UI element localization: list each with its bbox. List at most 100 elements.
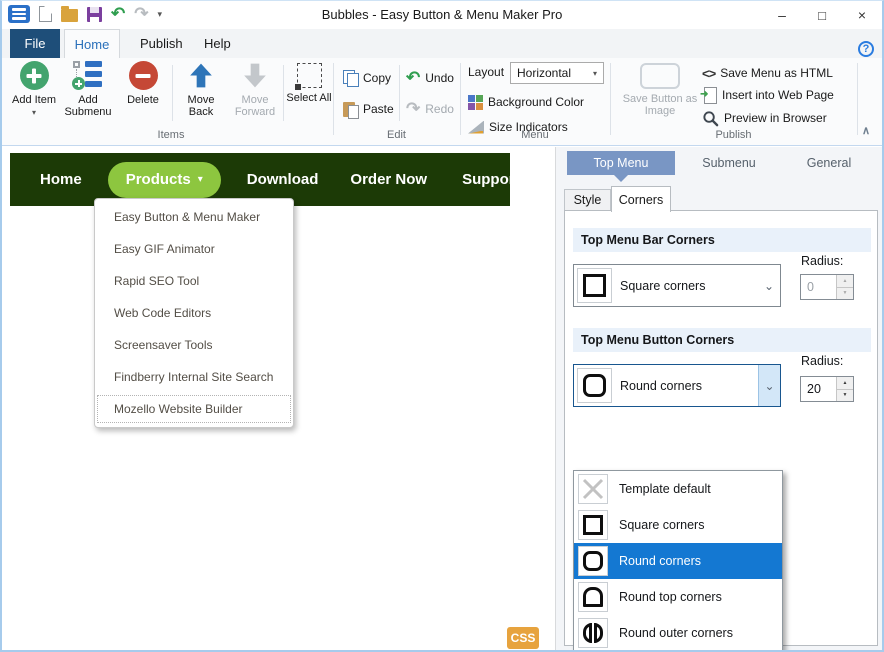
background-color-label: Background Color: [488, 95, 584, 109]
bar-radius-label: Radius:: [801, 254, 843, 268]
button-corners-header: Top Menu Button Corners: [573, 328, 871, 352]
corner-option-square[interactable]: Square corners: [574, 507, 782, 543]
preview-item-order-now[interactable]: Order Now: [350, 171, 427, 188]
square-corners-icon: [577, 268, 612, 303]
corner-option-round-top[interactable]: Round top corners: [574, 579, 782, 615]
subtab-corners[interactable]: Corners: [611, 186, 671, 212]
round-outer-corners-icon: [578, 618, 608, 648]
close-button[interactable]: ×: [842, 1, 882, 29]
tab-file[interactable]: File: [10, 29, 60, 58]
tab-publish[interactable]: Publish: [126, 29, 197, 58]
corner-option-template-default[interactable]: Template default: [574, 471, 782, 507]
redo-arrow-icon: ↷: [406, 101, 420, 117]
tab-general[interactable]: General: [783, 151, 875, 175]
corner-option-round-outer[interactable]: Round outer corners: [574, 615, 782, 651]
dropdown-item[interactable]: Findberry Internal Site Search: [95, 361, 293, 393]
maximize-button[interactable]: □: [802, 1, 842, 29]
insert-into-web-page-label: Insert into Web Page: [722, 88, 834, 102]
help-icon[interactable]: ?: [858, 41, 874, 57]
bar-radius-spinner: 0 ▲ ▼: [800, 274, 854, 300]
preview-in-browser-button[interactable]: Preview in Browser: [702, 108, 827, 128]
delete-button[interactable]: Delete: [118, 61, 168, 127]
copy-button[interactable]: Copy: [343, 68, 391, 88]
select-all-button[interactable]: Select All: [286, 61, 332, 127]
settings-panel: Top Menu Submenu General Style Corners T…: [556, 147, 882, 651]
chevron-down-icon[interactable]: ⌄: [758, 365, 780, 406]
new-file-icon[interactable]: [39, 6, 52, 22]
button-radius-value: 20: [801, 377, 836, 401]
insert-into-web-page-button[interactable]: Insert into Web Page: [702, 85, 834, 105]
button-corners-value: Round corners: [612, 379, 758, 393]
open-folder-icon[interactable]: [61, 9, 78, 22]
spin-up-icon[interactable]: ▲: [837, 377, 853, 390]
move-back-button[interactable]: Move Back: [176, 61, 226, 127]
save-button-as-image-label: Save Button as Image: [622, 93, 698, 117]
magnifier-icon: [702, 110, 719, 127]
undo-label: Undo: [425, 71, 454, 85]
dropdown-item[interactable]: Screensaver Tools: [95, 329, 293, 361]
round-corners-icon: [577, 368, 612, 403]
button-corners-select[interactable]: Round corners ⌄: [573, 364, 781, 407]
add-item-icon: [20, 61, 49, 90]
bar-corners-header: Top Menu Bar Corners: [573, 228, 871, 252]
preview-item-support[interactable]: Support: [462, 171, 520, 188]
save-button-as-image-button: Save Button as Image: [622, 63, 698, 129]
paste-button[interactable]: Paste: [343, 99, 394, 119]
tab-submenu[interactable]: Submenu: [675, 151, 783, 175]
corners-tab-content: Top Menu Bar Corners Square corners ⌄ Ra…: [564, 210, 878, 646]
dropdown-item[interactable]: Easy Button & Menu Maker: [95, 201, 293, 233]
window-controls: – □ ×: [762, 1, 882, 29]
dropdown-item[interactable]: Rapid SEO Tool: [95, 265, 293, 297]
move-forward-button: Move Forward: [228, 61, 282, 127]
app-menu-icon[interactable]: [8, 5, 30, 23]
preview-item-home[interactable]: Home: [40, 171, 82, 188]
background-color-button[interactable]: Background Color: [468, 92, 584, 112]
collapse-ribbon-icon[interactable]: ∧: [862, 124, 870, 137]
corner-options-dropdown: Template default Square corners Round co…: [573, 470, 783, 652]
customize-toolbar-caret-icon[interactable]: ▾: [158, 9, 163, 20]
minimize-button[interactable]: –: [762, 1, 802, 29]
items-group-label: Items: [10, 129, 332, 141]
delete-label: Delete: [118, 94, 168, 106]
app-window: ↶ ↷ ▾ Bubbles - Easy Button & Menu Maker…: [0, 0, 884, 652]
preview-in-browser-label: Preview in Browser: [724, 111, 827, 125]
dropdown-item[interactable]: Web Code Editors: [95, 297, 293, 329]
publish-group-label: Publish: [610, 129, 857, 141]
preview-item-products[interactable]: Products ▾: [108, 162, 221, 198]
select-all-icon: [297, 63, 322, 88]
preview-item-download[interactable]: Download: [247, 171, 319, 188]
bar-radius-value: 0: [801, 275, 836, 299]
subtab-style[interactable]: Style: [564, 189, 611, 211]
add-submenu-button[interactable]: Add Submenu: [60, 61, 116, 127]
spin-down-icon[interactable]: ▼: [837, 390, 853, 402]
corner-option-round[interactable]: Round corners: [574, 543, 782, 579]
tab-help[interactable]: Help: [190, 29, 245, 58]
redo-label: Redo: [425, 102, 454, 116]
square-corners-icon: [578, 510, 608, 540]
move-back-icon: [188, 61, 214, 90]
copy-label: Copy: [363, 71, 391, 85]
dropdown-item[interactable]: Mozello Website Builder: [95, 393, 293, 425]
layout-select[interactable]: Horizontal ▾: [510, 62, 604, 84]
button-radius-label: Radius:: [801, 354, 843, 368]
paste-label: Paste: [363, 102, 394, 116]
add-item-caret-icon: ▾: [32, 108, 36, 117]
copy-icon: [343, 70, 358, 86]
dropdown-item[interactable]: Easy GIF Animator: [95, 233, 293, 265]
undo-button[interactable]: ↶ Undo: [406, 68, 454, 88]
save-menu-as-html-button[interactable]: <> Save Menu as HTML: [702, 63, 833, 83]
save-icon[interactable]: [87, 7, 102, 22]
tab-home[interactable]: Home: [64, 29, 120, 58]
move-forward-icon: [242, 61, 268, 90]
spin-up-icon: ▲: [837, 275, 853, 288]
bar-corners-select[interactable]: Square corners ⌄: [573, 264, 781, 307]
background-color-icon: [468, 95, 483, 110]
undo-icon[interactable]: ↶: [111, 6, 125, 22]
layout-caret-icon: ▾: [593, 69, 597, 78]
save-button-as-image-icon: [640, 63, 680, 89]
add-item-button[interactable]: Add Item ▾: [10, 61, 58, 127]
layout-label: Layout: [468, 62, 504, 82]
button-radius-spinner[interactable]: 20 ▲ ▼: [800, 376, 854, 402]
tab-top-menu[interactable]: Top Menu: [567, 151, 675, 175]
select-all-label: Select All: [286, 92, 332, 104]
